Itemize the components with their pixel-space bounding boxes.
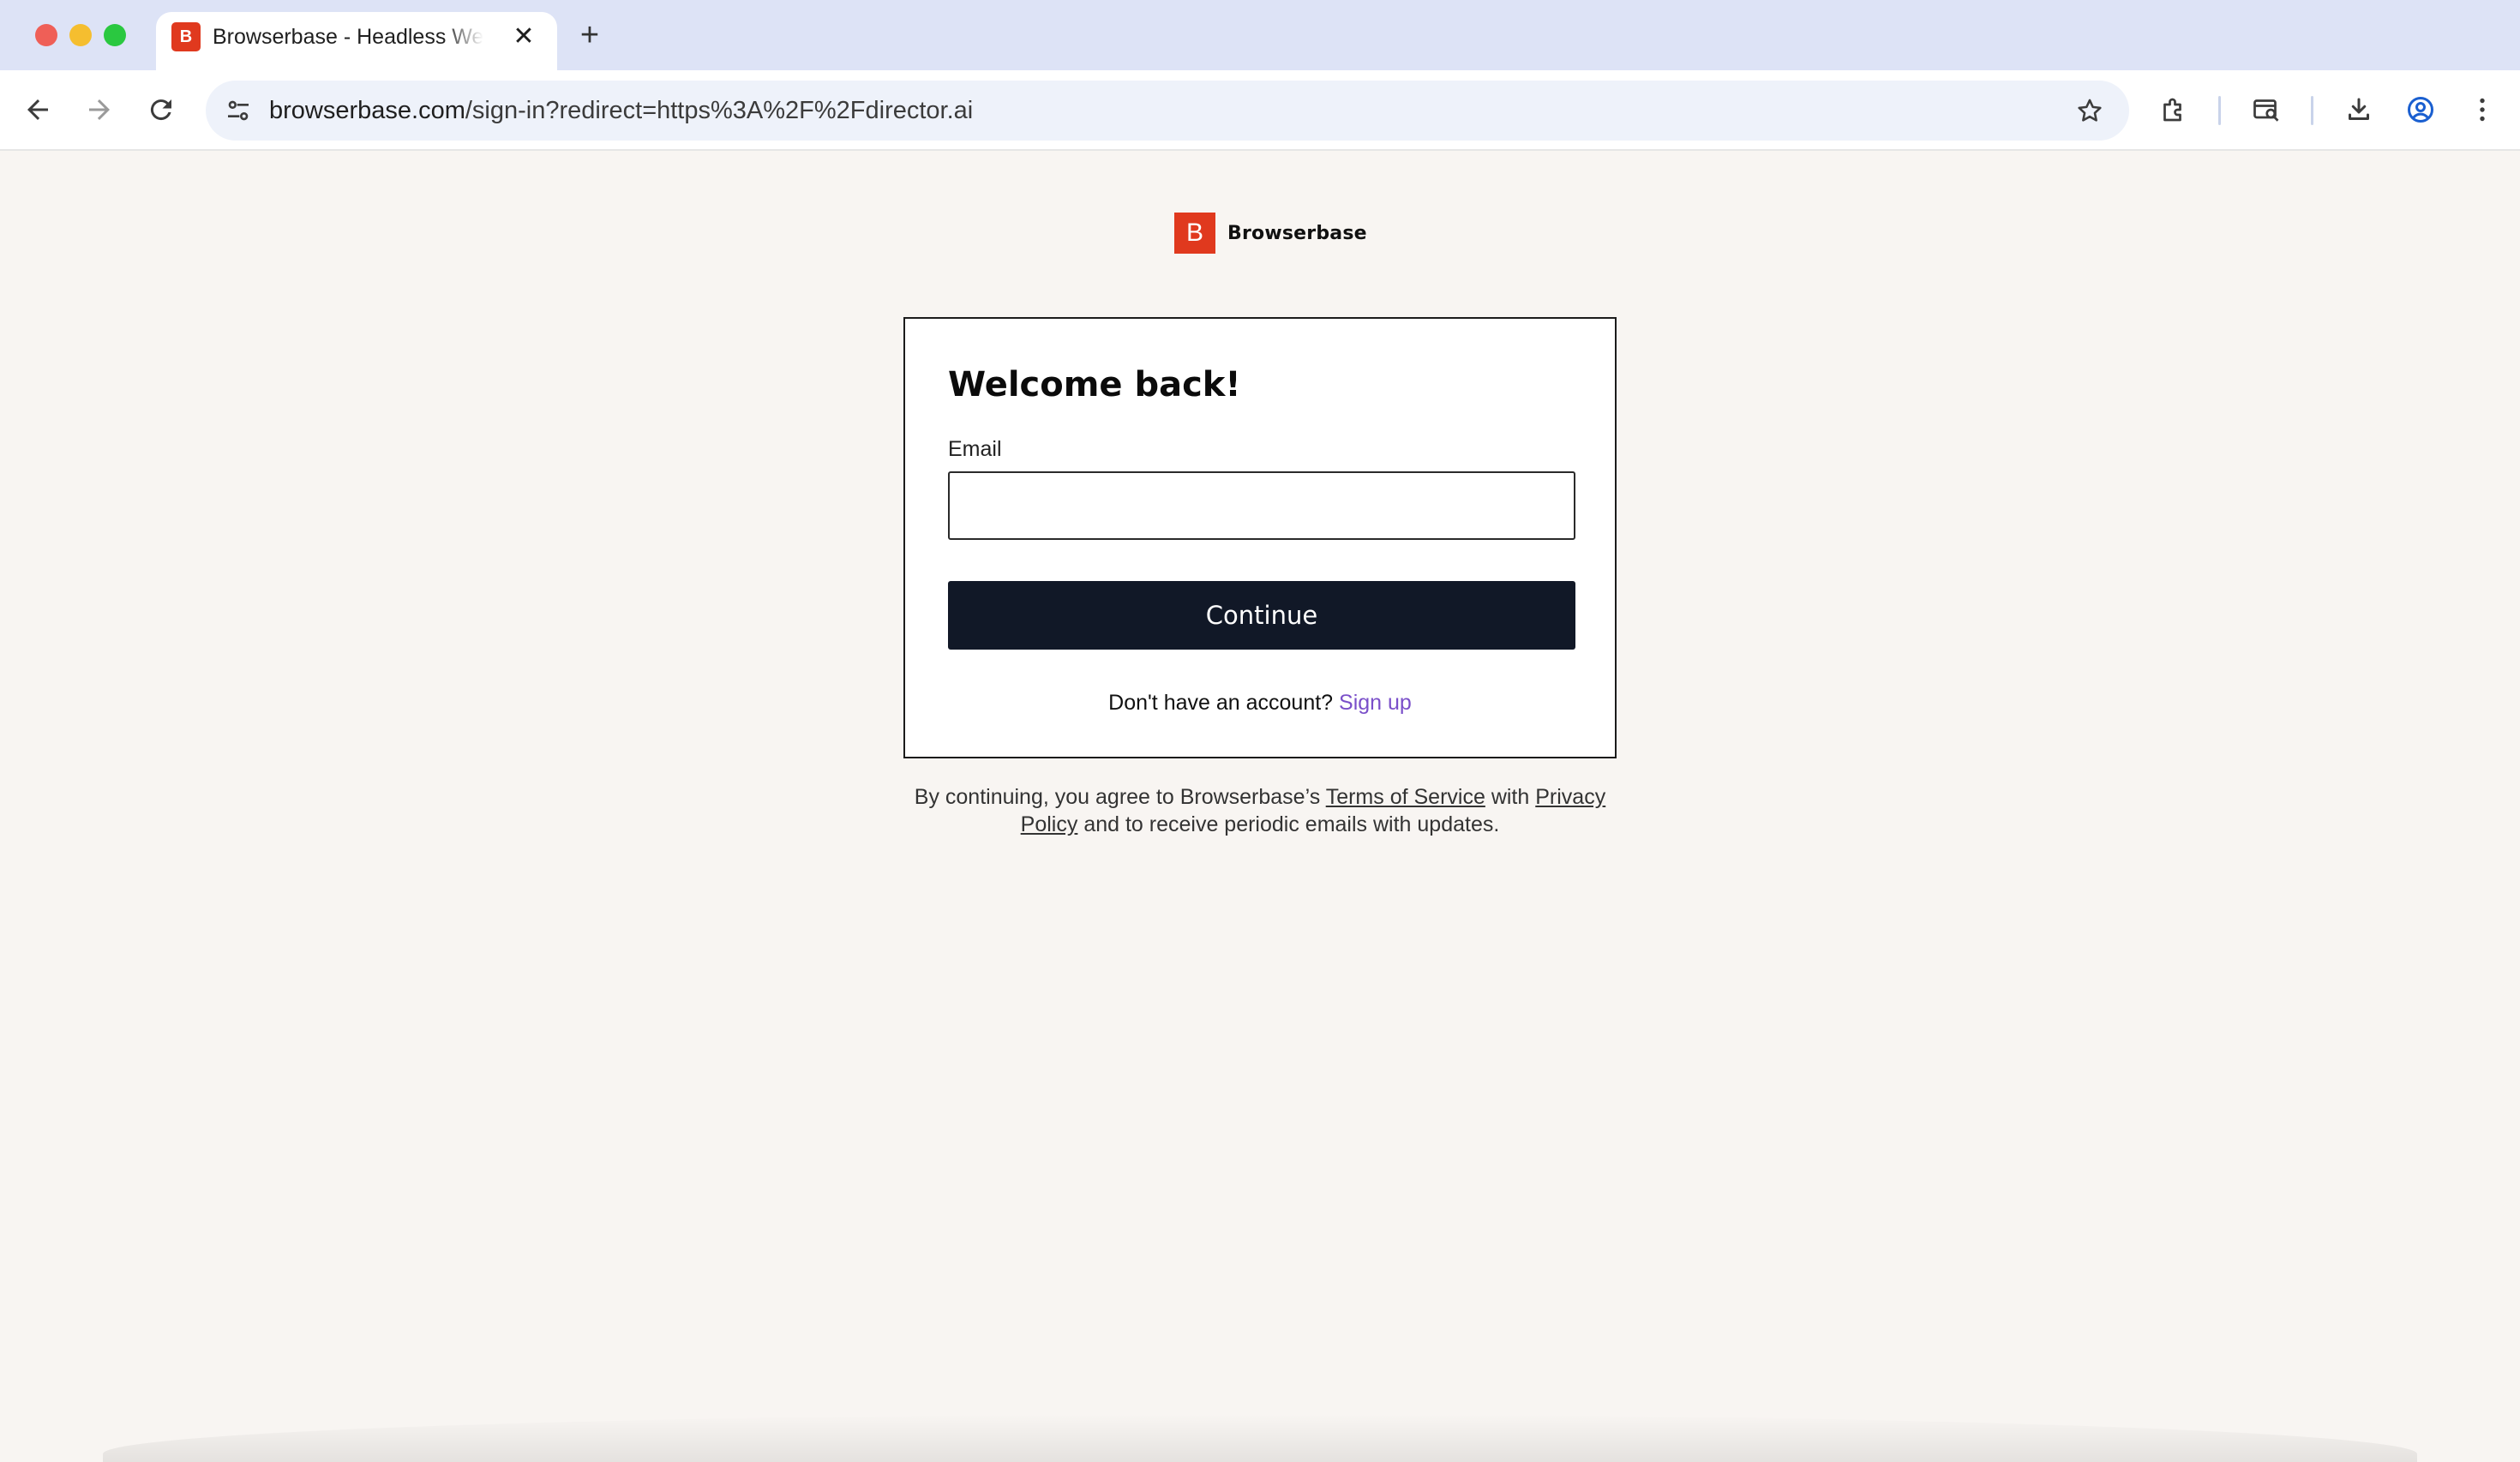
card-title: Welcome back!: [948, 365, 1241, 404]
tune-icon[interactable]: [219, 92, 257, 129]
signup-prompt: Don't have an account?: [1108, 691, 1334, 715]
puzzle-icon[interactable]: [2153, 89, 2194, 130]
window-bottom-shadow: [103, 1414, 2417, 1462]
close-tab-icon[interactable]: ✕: [509, 22, 538, 51]
brand-logo: B Browserbase: [1174, 213, 1367, 254]
forward-arrow-icon[interactable]: [79, 89, 120, 130]
terms-of-service-link[interactable]: Terms of Service: [1326, 785, 1485, 809]
legal-middle: with: [1491, 785, 1530, 809]
maximize-window-button[interactable]: [104, 24, 126, 46]
star-icon[interactable]: [2071, 92, 2109, 129]
tab-strip: B Browserbase - Headless Web Browsers fo…: [0, 0, 2520, 70]
browserbase-favicon-icon: B: [171, 22, 201, 51]
legal-notice: By continuing, you agree to Browserbase’…: [891, 783, 1629, 838]
legal-suffix: and to receive periodic emails with upda…: [1083, 812, 1500, 836]
close-window-button[interactable]: [35, 24, 57, 46]
minimize-window-button[interactable]: [69, 24, 92, 46]
url-domain: browserbase.com: [269, 97, 465, 124]
sign-up-link[interactable]: Sign up: [1339, 691, 1412, 715]
browser-toolbar: browserbase.com/sign-in?redirect=https%3…: [0, 70, 2520, 151]
url-text: browserbase.com/sign-in?redirect=https%3…: [269, 81, 973, 141]
tab-browserbase[interactable]: B Browserbase - Headless Web Browsers fo…: [156, 12, 557, 70]
browserbase-logo-icon: B: [1174, 213, 1215, 254]
signup-row: Don't have an account? Sign up: [905, 689, 1615, 716]
sign-in-card: Welcome back! Email Continue Don't have …: [903, 317, 1617, 758]
reload-icon[interactable]: [141, 89, 182, 130]
new-tab-button[interactable]: +: [573, 19, 607, 53]
continue-button[interactable]: Continue: [948, 581, 1575, 650]
kebab-menu-icon[interactable]: [2462, 89, 2503, 130]
address-bar[interactable]: browserbase.com/sign-in?redirect=https%3…: [206, 81, 2129, 141]
tab-search-icon[interactable]: [2246, 89, 2287, 130]
tab-title: Browserbase - Headless Web Browsers for …: [213, 25, 483, 49]
profile-icon[interactable]: [2400, 89, 2441, 130]
email-label: Email: [948, 437, 1002, 461]
brand-name: Browserbase: [1227, 222, 1367, 244]
back-arrow-icon[interactable]: [17, 89, 58, 130]
toolbar-divider: [2218, 96, 2221, 125]
toolbar-divider: [2311, 96, 2313, 125]
url-path: /sign-in?redirect=https%3A%2F%2Fdirector…: [465, 97, 974, 124]
email-field[interactable]: [948, 471, 1575, 540]
legal-prefix: By continuing, you agree to Browserbase’…: [914, 785, 1321, 809]
download-icon[interactable]: [2338, 89, 2379, 130]
